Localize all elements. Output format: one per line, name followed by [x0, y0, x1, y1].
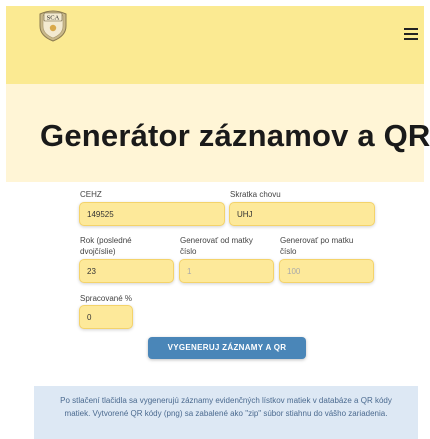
po-matku-input[interactable]: 100 — [279, 259, 374, 283]
page-title: Generátor záznamov a QR — [40, 118, 430, 153]
info-box: Po stlačení tlačidla sa vygenerujú zázna… — [34, 386, 418, 439]
spracovane-label: Spracované % — [80, 294, 133, 303]
cehz-input[interactable]: 149525 — [79, 202, 225, 226]
od-matky-label: Generovať od matky číslo — [180, 236, 253, 256]
cehz-label: CEHZ — [80, 190, 102, 199]
spracovane-input[interactable]: 0 — [79, 305, 133, 329]
rok-input[interactable]: 23 — [79, 259, 174, 283]
top-navbar: SCA — [6, 6, 424, 84]
od-matky-input[interactable]: 1 — [179, 259, 274, 283]
info-text: Po stlačení tlačidla sa vygenerujú zázna… — [60, 396, 392, 418]
hamburger-menu-icon[interactable] — [404, 28, 418, 40]
po-matku-label: Generovať po matku číslo — [280, 236, 354, 256]
rok-label: Rok (posledné dvojčíslie) — [80, 236, 132, 256]
hero-banner: Generátor záznamov a QR — [6, 84, 430, 182]
skratka-chovu-label: Skratka chovu — [230, 190, 281, 199]
skratka-chovu-input[interactable]: UHJ — [229, 202, 375, 226]
sca-logo[interactable]: SCA — [36, 8, 70, 42]
logo-text: SCA — [47, 15, 60, 22]
generate-button[interactable]: VYGENERUJ ZÁZNAMY A QR — [148, 337, 306, 359]
